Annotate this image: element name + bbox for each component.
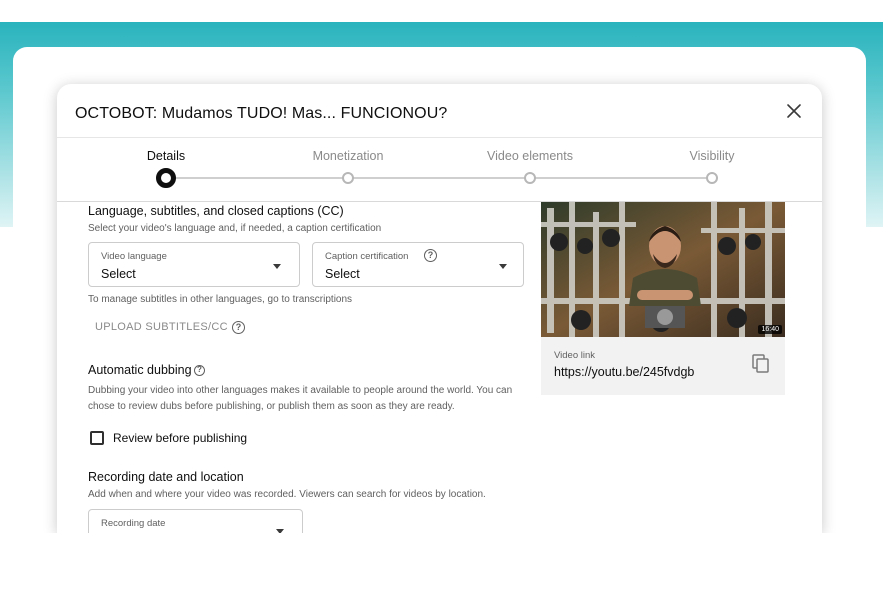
thumbnail-image bbox=[541, 202, 785, 337]
header-divider bbox=[57, 137, 822, 138]
close-button[interactable] bbox=[781, 98, 807, 124]
recording-date-label: Recording date bbox=[101, 518, 166, 529]
step-video-elements[interactable]: Video elements bbox=[460, 149, 600, 163]
caption-certification-select[interactable]: Caption certification ? Select bbox=[312, 242, 524, 287]
bottom-crop bbox=[0, 533, 883, 591]
close-icon bbox=[787, 104, 801, 118]
video-language-select[interactable]: Video language Select bbox=[88, 242, 300, 287]
review-before-publishing-label[interactable]: Review before publishing bbox=[113, 431, 247, 445]
video-link-url[interactable]: https://youtu.be/245fvdgb bbox=[554, 365, 694, 379]
step-dot-visibility[interactable] bbox=[706, 172, 718, 184]
recording-date-select[interactable]: Recording date bbox=[88, 509, 303, 533]
video-duration-badge: 16:40 bbox=[758, 325, 782, 334]
help-circle-icon[interactable]: ? bbox=[194, 365, 205, 376]
step-details[interactable]: Details bbox=[96, 149, 236, 163]
step-dot-monetization[interactable] bbox=[342, 172, 354, 184]
video-language-value: Select bbox=[101, 267, 136, 281]
dubbing-description-line2: chose to review dubs before publishing, … bbox=[88, 401, 455, 412]
recording-section-subtitle: Add when and where your video was record… bbox=[88, 489, 486, 500]
upload-subtitles-button[interactable]: UPLOAD SUBTITLES/CC bbox=[95, 321, 228, 333]
transcriptions-note: To manage subtitles in other languages, … bbox=[88, 294, 353, 305]
step-visibility[interactable]: Visibility bbox=[642, 149, 782, 163]
stepper-track bbox=[166, 177, 713, 179]
step-dot-video-elements[interactable] bbox=[524, 172, 536, 184]
recording-section-title: Recording date and location bbox=[88, 470, 244, 484]
captions-section-title: Language, subtitles, and closed captions… bbox=[88, 204, 344, 218]
captions-section-subtitle: Select your video's language and, if nee… bbox=[88, 223, 382, 234]
caption-certification-value: Select bbox=[325, 267, 360, 281]
copy-icon bbox=[752, 354, 769, 373]
video-thumbnail[interactable]: 16:40 bbox=[541, 202, 785, 337]
video-link-label: Video link bbox=[554, 350, 596, 361]
stage: OCTOBOT: Mudamos TUDO! Mas... FUNCIONOU?… bbox=[0, 0, 883, 591]
step-dot-details[interactable] bbox=[156, 168, 176, 188]
copy-link-button[interactable] bbox=[752, 354, 770, 374]
dubbing-description-line1: Dubbing your video into other languages … bbox=[88, 385, 513, 396]
caret-down-icon bbox=[273, 264, 281, 269]
help-circle-icon[interactable]: ? bbox=[424, 249, 437, 262]
dubbing-section-title: Automatic dubbing bbox=[88, 363, 192, 377]
video-details-dialog: OCTOBOT: Mudamos TUDO! Mas... FUNCIONOU?… bbox=[57, 84, 822, 533]
video-link-panel: Video link https://youtu.be/245fvdgb bbox=[541, 337, 785, 395]
step-monetization[interactable]: Monetization bbox=[278, 149, 418, 163]
caret-down-icon bbox=[499, 264, 507, 269]
help-circle-icon[interactable]: ? bbox=[232, 321, 245, 334]
caption-certification-label: Caption certification bbox=[325, 251, 409, 262]
dialog-title: OCTOBOT: Mudamos TUDO! Mas... FUNCIONOU? bbox=[75, 105, 448, 122]
review-before-publishing-checkbox[interactable] bbox=[90, 431, 104, 445]
video-language-label: Video language bbox=[101, 251, 167, 262]
